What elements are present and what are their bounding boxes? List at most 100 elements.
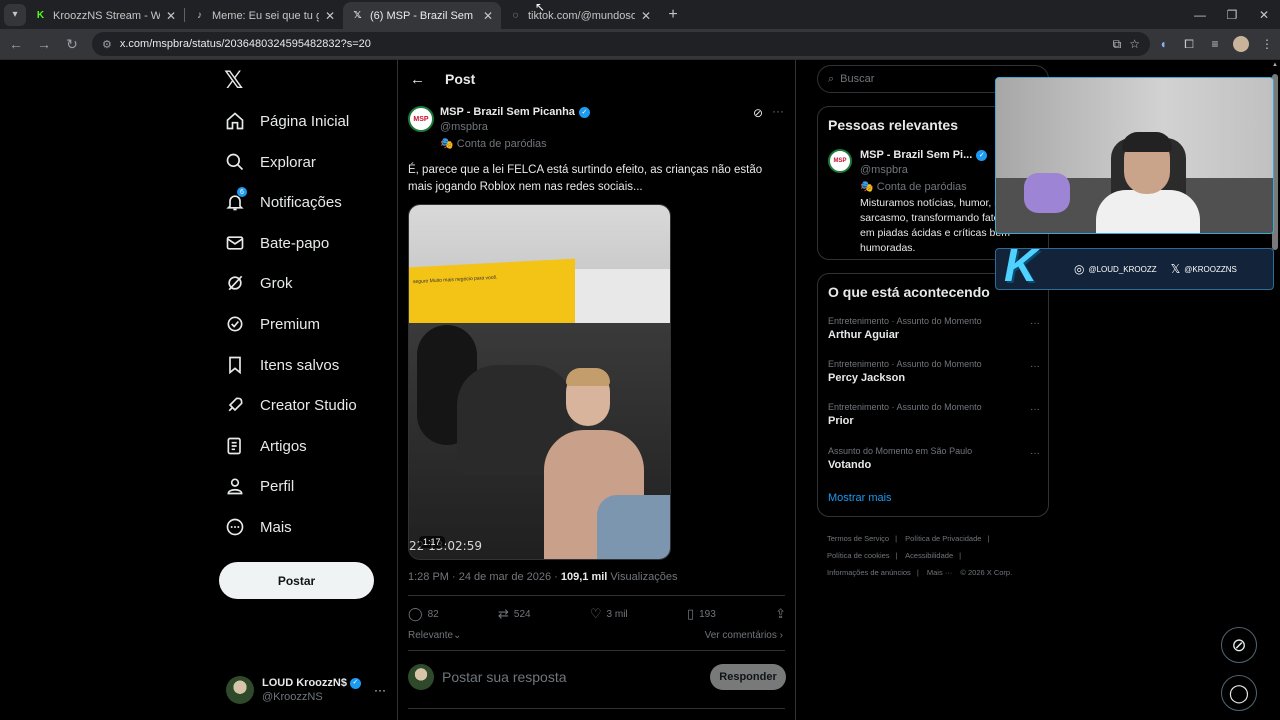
- article-icon: [224, 435, 246, 457]
- views-count: 109,1 mil: [560, 571, 608, 583]
- extensions-puzzle-icon[interactable]: ⧠: [1176, 32, 1202, 56]
- extension-audio-icon[interactable]: ◖: [1150, 32, 1176, 56]
- sidebar-item-grok[interactable]: Grok: [224, 266, 293, 300]
- close-tab-icon[interactable]: ✕: [325, 9, 335, 23]
- close-window-icon[interactable]: ✕: [1248, 0, 1280, 29]
- more-dots-icon[interactable]: ···: [1030, 361, 1040, 372]
- author-handle[interactable]: @mspbra: [440, 121, 488, 133]
- sidebar-item-explore[interactable]: Explorar: [224, 145, 316, 179]
- site-info-icon[interactable]: ⚙: [102, 38, 112, 51]
- parody-label: 🎭 Conta de paródias: [860, 181, 967, 193]
- scroll-up-icon[interactable]: ▲: [1272, 62, 1278, 68]
- browser-tab-kick[interactable]: K KroozzNS Stream - Watch Live o ✕: [26, 2, 184, 29]
- author-name-row[interactable]: MSP - Brazil Sem Picanha ✓: [440, 106, 590, 118]
- privacy-link[interactable]: Política de Privacidade: [905, 534, 981, 543]
- forward-arrow-icon[interactable]: →: [32, 32, 56, 56]
- new-tab-button[interactable]: +: [661, 3, 685, 27]
- sidebar-item-more[interactable]: Mais: [224, 510, 292, 544]
- repost-button[interactable]: ⇄ 524: [498, 604, 531, 624]
- url-text[interactable]: x.com/mspbra/status/2036480324595482832?…: [120, 38, 1105, 50]
- back-arrow-icon[interactable]: ←: [410, 71, 425, 88]
- messages-floating-button[interactable]: ◯: [1221, 675, 1257, 711]
- sidebar-item-home[interactable]: Página Inicial: [224, 104, 349, 138]
- reply-composer: Postar sua resposta Responder: [408, 662, 786, 692]
- browser-profile-avatar[interactable]: [1233, 36, 1249, 52]
- install-app-icon[interactable]: ⧉: [1113, 37, 1122, 52]
- reload-icon[interactable]: ↻: [60, 32, 84, 56]
- trend-item[interactable]: Entretenimento · Assunto do Momento Arth…: [828, 316, 1040, 341]
- restore-icon[interactable]: ❐: [1216, 0, 1248, 29]
- more-dots-icon[interactable]: ···: [1030, 404, 1040, 415]
- trend-item[interactable]: Entretenimento · Assunto do Momento Perc…: [828, 359, 1040, 384]
- sidebar-item-profile[interactable]: Perfil: [224, 469, 294, 503]
- author-name[interactable]: MSP - Brazil Sem Picanha: [440, 106, 575, 118]
- more-link[interactable]: Mais ···: [927, 568, 952, 577]
- sidebar-item-articles[interactable]: Artigos: [224, 429, 307, 463]
- post-button[interactable]: Postar: [219, 562, 374, 599]
- reply-input[interactable]: Postar sua resposta: [442, 669, 702, 685]
- trending-card: O que está acontecendo Entretenimento · …: [817, 273, 1049, 517]
- mouse-cursor-icon: ↖: [535, 0, 546, 14]
- close-tab-icon[interactable]: ✕: [483, 9, 493, 23]
- more-dots-icon[interactable]: ···: [1030, 318, 1040, 329]
- person-name[interactable]: MSP - Brazil Sem Pi...: [860, 149, 972, 161]
- person-avatar[interactable]: MSP: [828, 149, 852, 173]
- browser-tab-bar: ▾ K KroozzNS Stream - Watch Live o ✕ ♪ M…: [0, 0, 1280, 29]
- views-label: Visualizações: [607, 571, 678, 583]
- sort-replies-dropdown[interactable]: Relevante⌄: [408, 630, 461, 641]
- sidebar-item-creator-studio[interactable]: Creator Studio: [224, 388, 357, 422]
- tab-title: KroozzNS Stream - Watch Live o: [53, 9, 160, 22]
- terms-link[interactable]: Termos de Serviço: [827, 534, 889, 543]
- avatar: [408, 664, 434, 690]
- bookmark-star-icon[interactable]: ☆: [1129, 37, 1140, 51]
- trend-item[interactable]: Assunto do Momento em São Paulo Votando …: [828, 446, 1040, 471]
- minimize-icon[interactable]: —: [1184, 0, 1216, 29]
- verified-icon: [224, 313, 246, 335]
- sidebar-item-bookmarks[interactable]: Itens salvos: [224, 348, 339, 382]
- like-button[interactable]: ♡ 3 mil: [590, 604, 628, 624]
- grok-explain-icon[interactable]: ⊘: [753, 106, 763, 120]
- close-tab-icon[interactable]: ✕: [641, 9, 651, 23]
- tab-search-button[interactable]: ▾: [4, 3, 26, 26]
- reply-button[interactable]: ◯ 82: [408, 604, 439, 624]
- close-tab-icon[interactable]: ✕: [166, 9, 176, 23]
- browser-tab-x-post[interactable]: 𝕏 (6) MSP - Brazil Sem Picanha no ✕: [343, 2, 501, 29]
- show-more-link[interactable]: Mostrar mais: [828, 492, 892, 504]
- browser-toolbar: ← → ↻ ⚙ x.com/mspbra/status/203648032459…: [0, 29, 1280, 60]
- post-video[interactable]: seguro Muito mais negócio para você. 22 …: [408, 204, 671, 560]
- rocket-icon: [224, 394, 246, 416]
- author-avatar[interactable]: MSP: [408, 106, 434, 132]
- browser-tab-tiktok-profile[interactable]: ◌ tiktok.com/@mundosobrerodas ✕: [501, 2, 659, 29]
- x-logo-icon[interactable]: 𝕏: [224, 68, 250, 94]
- media-control-icon[interactable]: ≡: [1202, 32, 1228, 56]
- sidebar-item-chat[interactable]: Bate-papo: [224, 226, 329, 260]
- grok-floating-button[interactable]: ⊘: [1221, 627, 1257, 663]
- sidebar-item-notifications[interactable]: 6 Notificações: [224, 185, 342, 219]
- parody-mask-icon: 🎭: [440, 138, 457, 150]
- tiktok-icon: ♪: [197, 10, 202, 21]
- notification-badge: 6: [237, 187, 247, 197]
- post-more-icon[interactable]: ···: [772, 104, 784, 118]
- share-button[interactable]: ⇪: [775, 604, 786, 624]
- account-switcher[interactable]: LOUD KroozzN$ ✓ @KroozzNS ···: [226, 672, 386, 708]
- divider: [408, 650, 785, 651]
- streamer-logo: K: [1004, 239, 1038, 291]
- person-handle: @mspbra: [860, 164, 908, 176]
- more-dots-icon[interactable]: ···: [374, 683, 386, 697]
- address-bar[interactable]: ⚙ x.com/mspbra/status/203648032459548283…: [92, 32, 1150, 56]
- post-time[interactable]: 1:28 PM · 24 de mar de 2026 ·: [408, 571, 561, 583]
- view-comments-link[interactable]: Ver comentários ›: [705, 630, 783, 641]
- accessibility-link[interactable]: Acessibilidade: [905, 551, 953, 560]
- ads-info-link[interactable]: Informações de anúncios: [827, 568, 911, 577]
- trend-item[interactable]: Entretenimento · Assunto do Momento Prio…: [828, 402, 1040, 427]
- bookmark-button[interactable]: ▯ 193: [687, 604, 716, 624]
- back-arrow-icon[interactable]: ←: [4, 32, 28, 56]
- browser-menu-icon[interactable]: ⋮: [1254, 32, 1280, 56]
- cookies-link[interactable]: Política de cookies: [827, 551, 890, 560]
- browser-tab-tiktok-meme[interactable]: ♪ Meme: Eu sei que tu gosta tam ✕: [185, 2, 343, 29]
- mail-icon: [224, 232, 246, 254]
- sidebar-item-premium[interactable]: Premium: [224, 307, 320, 341]
- reply-submit-button[interactable]: Responder: [710, 664, 786, 690]
- more-dots-icon[interactable]: ···: [1030, 448, 1040, 459]
- grok-icon: ⊘: [1231, 634, 1247, 655]
